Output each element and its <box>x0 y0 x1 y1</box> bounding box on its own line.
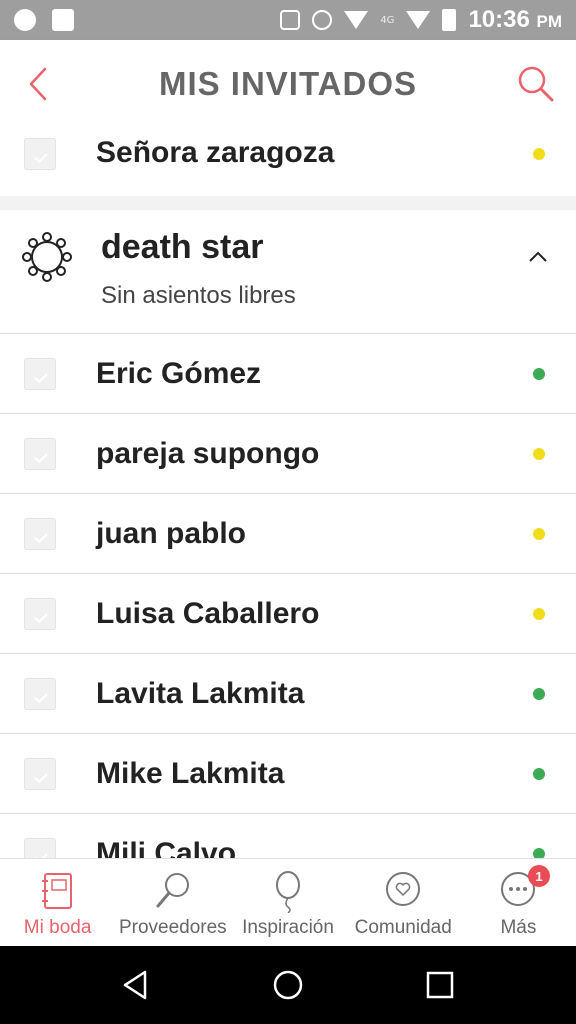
guest-row[interactable]: Señora zaragoza <box>0 128 576 196</box>
guest-row[interactable]: pareja supongo <box>0 414 576 494</box>
guest-row[interactable]: Eric Gómez <box>0 334 576 414</box>
network-type: 4G <box>380 14 395 26</box>
guest-checkbox[interactable] <box>24 517 56 550</box>
nav-item-proveedores[interactable]: Proveedores <box>115 859 230 946</box>
guest-name: Mike Lakmita <box>96 756 285 790</box>
nav-item-inspiracion[interactable]: Inspiración <box>230 859 345 946</box>
guest-checkbox[interactable] <box>24 677 56 710</box>
status-dot <box>533 687 545 700</box>
nav-item-mas[interactable]: 1 Más <box>461 859 576 946</box>
guest-name: juan pablo <box>96 516 246 550</box>
page-title: MIS INVITADOS <box>158 65 418 102</box>
clock-time: 10:36 <box>468 6 530 33</box>
table-subtitle: Sin asientos libres <box>101 282 296 309</box>
clock: 10:36 PM <box>468 6 562 34</box>
guest-name: Eric Gómez <box>96 356 262 390</box>
status-dot <box>533 148 545 160</box>
search-icon <box>156 873 189 908</box>
bottom-navigation: Mi boda Proveedores Inspiración Comunida… <box>0 858 576 946</box>
notification-badge: 1 <box>528 865 551 887</box>
nav-label: Más <box>500 917 537 938</box>
guest-checkbox[interactable] <box>24 597 56 630</box>
back-arrow-icon <box>29 67 47 101</box>
status-bar: 4G 10:36 PM <box>0 0 576 40</box>
guest-row[interactable]: Luisa Caballero <box>0 574 576 654</box>
table-header[interactable]: death star Sin asientos libres <box>0 210 576 334</box>
battery-icon <box>442 9 457 31</box>
search-button[interactable] <box>514 62 558 106</box>
balloon-icon <box>276 871 300 913</box>
nav-item-comunidad[interactable]: Comunidad <box>346 859 461 946</box>
back-button[interactable] <box>18 64 58 104</box>
nav-item-mi-boda[interactable]: Mi boda <box>0 859 115 946</box>
wifi-icon <box>344 11 369 29</box>
alarm-icon <box>312 10 333 30</box>
status-dot <box>533 767 545 780</box>
chevron-up-icon[interactable] <box>528 250 548 264</box>
search-icon <box>518 66 554 102</box>
nav-label: Inspiración <box>242 917 334 938</box>
status-dot <box>533 847 545 858</box>
nav-label: Proveedores <box>118 917 227 938</box>
section-divider <box>0 196 576 210</box>
guest-name: Lavita Lakmita <box>96 676 305 710</box>
vibrate-icon <box>280 10 301 30</box>
notebook-icon <box>41 873 72 909</box>
guest-name: Señora zaragoza <box>96 136 335 169</box>
guest-name: Mili Calvo <box>96 836 237 859</box>
guest-checkbox[interactable] <box>24 138 56 170</box>
guest-row[interactable]: juan pablo <box>0 494 576 574</box>
guest-row[interactable]: Mike Lakmita <box>0 734 576 814</box>
back-triangle-icon[interactable] <box>119 968 153 1002</box>
table-title: death star <box>101 228 264 266</box>
guest-name: Luisa Caballero <box>96 596 320 630</box>
image-notification-icon <box>52 9 74 31</box>
status-dot <box>533 447 545 460</box>
guest-row[interactable]: Lavita Lakmita <box>0 654 576 734</box>
guest-row[interactable]: Mili Calvo <box>0 814 576 858</box>
music-notification-icon <box>14 9 36 31</box>
guest-checkbox[interactable] <box>24 357 56 390</box>
table-gear-icon <box>22 232 72 282</box>
recents-square-icon[interactable] <box>423 968 457 1002</box>
status-dot <box>533 367 545 380</box>
clock-ampm: PM <box>536 12 563 31</box>
guest-checkbox[interactable] <box>24 757 56 790</box>
guest-list[interactable]: Señora zaragoza death star Sin asientos … <box>0 128 576 858</box>
chat-heart-icon <box>386 872 421 906</box>
app-header: MIS INVITADOS <box>0 40 576 128</box>
guest-checkbox[interactable] <box>24 437 56 470</box>
nav-label: Comunidad <box>354 917 452 938</box>
home-circle-icon[interactable] <box>271 968 305 1002</box>
guest-checkbox[interactable] <box>24 837 56 858</box>
signal-icon <box>406 11 431 29</box>
guest-name: pareja supongo <box>96 436 320 470</box>
status-dot <box>533 527 545 540</box>
system-navigation-bar <box>0 946 576 1024</box>
status-dot <box>533 607 545 620</box>
nav-label: Mi boda <box>23 917 92 938</box>
